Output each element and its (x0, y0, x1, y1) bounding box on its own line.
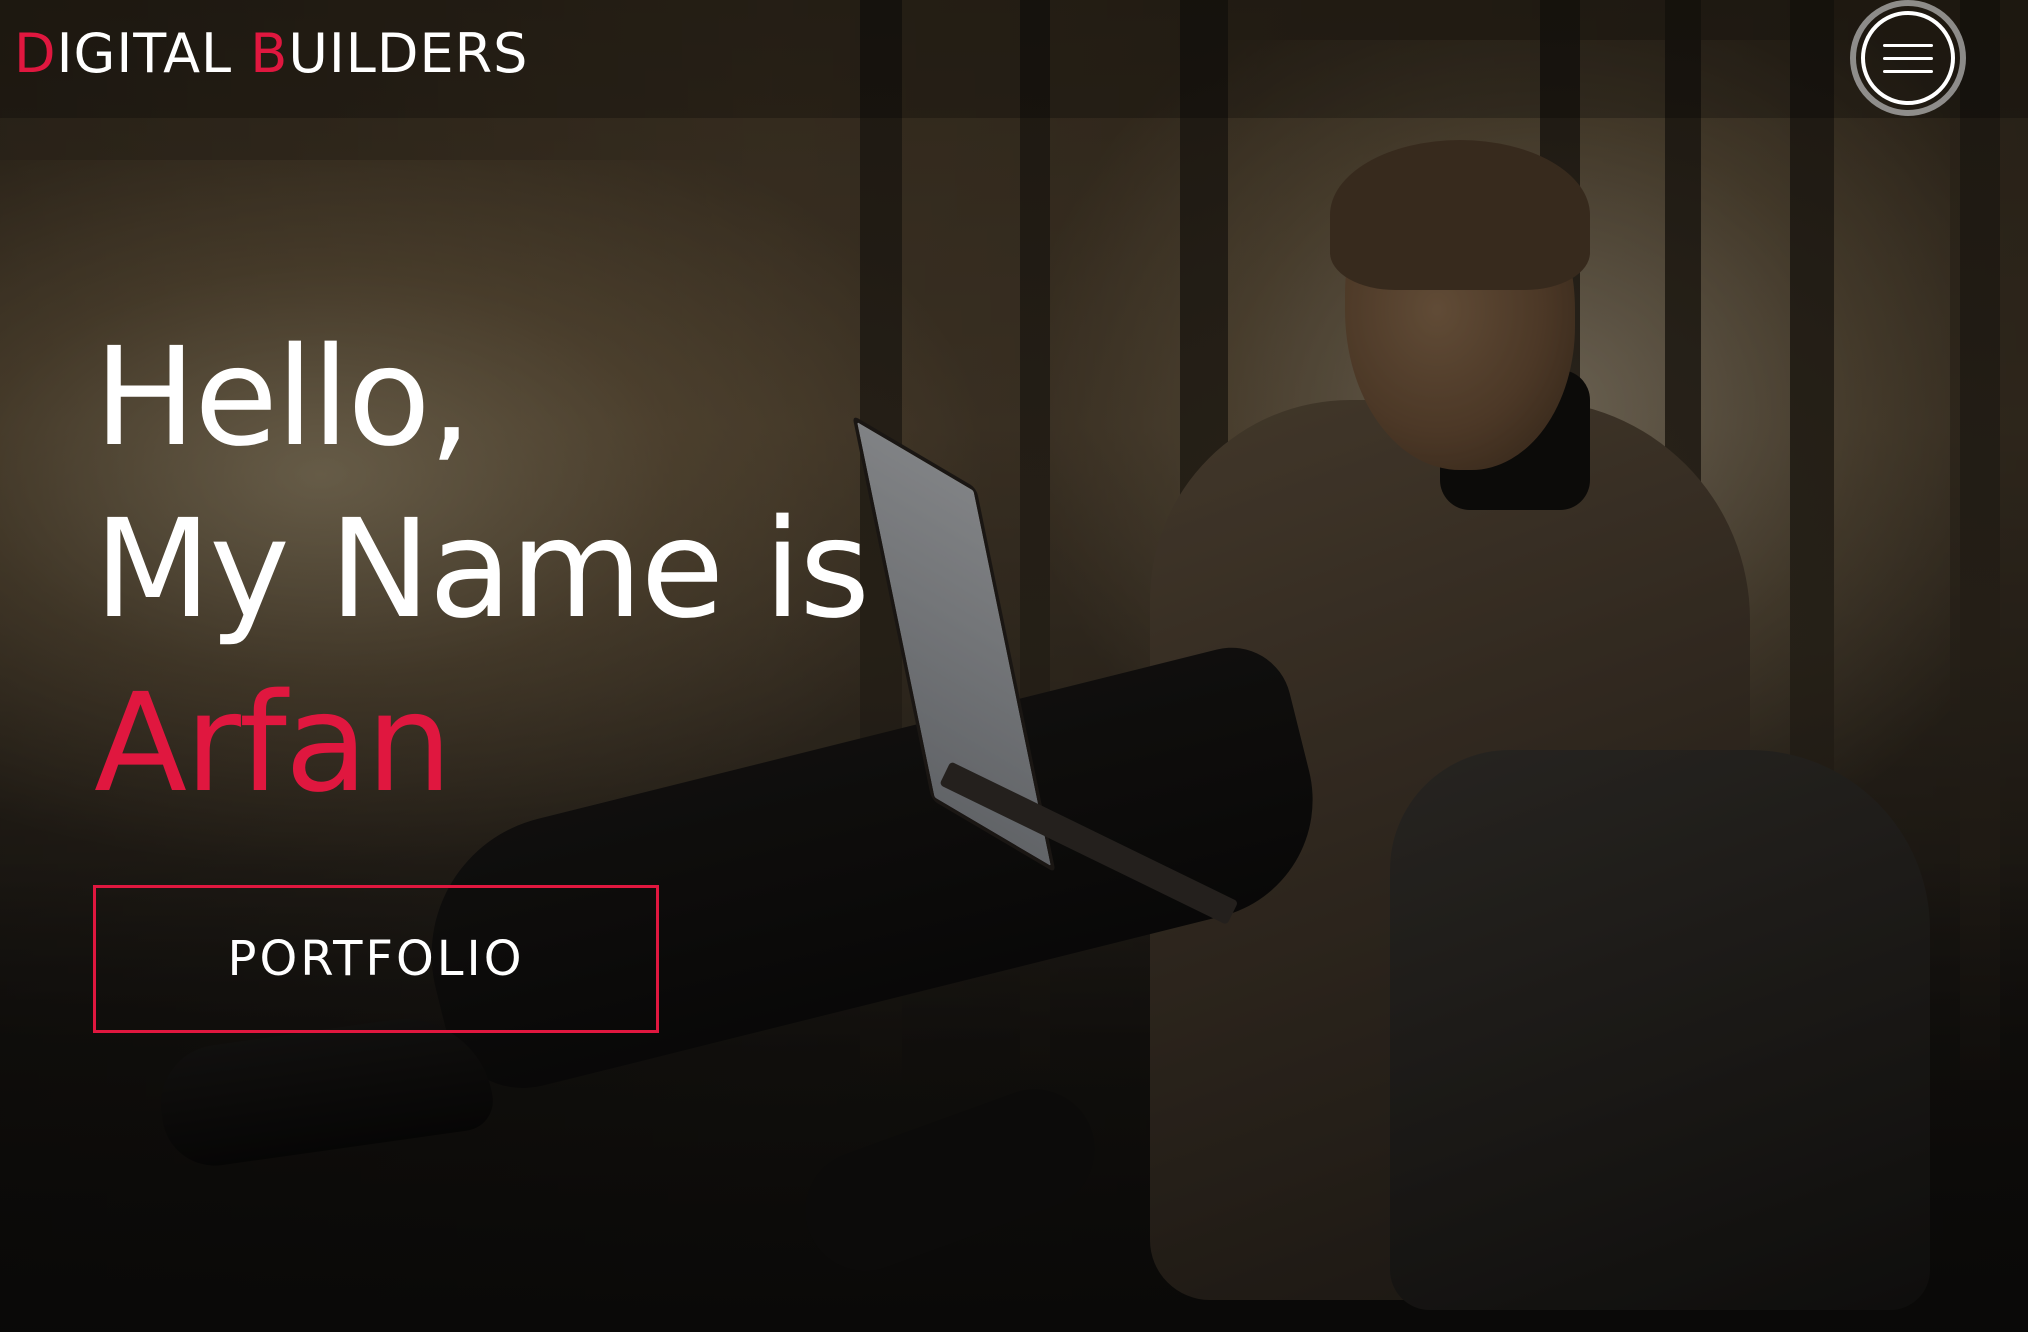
hero-name: Arfan (94, 665, 452, 823)
brand-initial-b: B (250, 22, 289, 85)
hero-greeting: Hello, (94, 319, 472, 477)
landing-page: DIGITAL BUILDERS Hello, My Name is Arfan… (0, 0, 2028, 1332)
portfolio-button[interactable]: PORTFOLIO (93, 885, 659, 1033)
brand-logo[interactable]: DIGITAL BUILDERS (14, 22, 528, 85)
brand-initial-d: D (14, 22, 57, 85)
menu-button[interactable] (1850, 0, 1966, 116)
hamburger-menu-icon (1861, 11, 1955, 105)
brand-word2-rest: UILDERS (288, 22, 529, 85)
hero-intro: My Name is (94, 491, 870, 649)
brand-word1-rest: IGITAL (56, 22, 233, 85)
